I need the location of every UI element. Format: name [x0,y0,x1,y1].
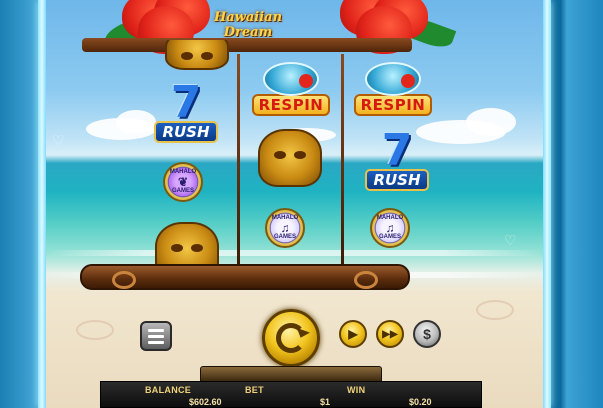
mahalo-coin-symbol: MAHALO ❦ GAMES [163,162,203,202]
play-icon: ▶ [348,327,358,341]
cocktail-icon [263,62,319,96]
mahalo-coin-symbol: MAHALO ♫ GAMES [370,208,410,248]
dollar-coin-icon: $ [423,326,431,342]
coin-text-2: GAMES [273,234,296,240]
seven-rush-symbol: 7 RUSH [357,128,437,192]
tiki-mask-symbol [253,128,327,188]
game-viewport: ♡ ♡ ♡ Hawaiian Dream 7 RUSH MAHALO ❦ GAM… [0,0,603,408]
bet-value: $1 [320,397,331,407]
turbo-button[interactable]: ▶▶ [376,320,404,348]
rush-label: RUSH [365,169,429,191]
shell-decoration [76,320,114,340]
logo-line-2: Dream [223,25,273,40]
reel-frame-bottom [80,264,410,290]
win-label: WIN [347,385,366,395]
bet-coin-button[interactable]: $ [413,320,441,348]
right-neon-border [543,0,551,408]
rush-label: RUSH [154,121,218,143]
balance-label: BALANCE [145,385,192,395]
tiki-mask-symbol [160,40,234,70]
respin-label: RESPIN [251,94,331,116]
butterfly-icon: ❦ [177,175,189,189]
reel-divider [237,54,240,266]
coin-text-2: GAMES [378,234,401,240]
heart-decoration-icon: ♡ [504,232,517,248]
autoplay-button[interactable]: ▶ [339,320,367,348]
left-neon-border [38,0,46,408]
heart-decoration-icon: ♡ [52,132,65,148]
wave-line [46,250,543,256]
logo-line-1: Hawaiian [213,10,283,25]
mahalo-coin-symbol: MAHALO ♫ GAMES [265,208,305,248]
menu-button[interactable] [140,321,172,351]
spin-button[interactable] [262,309,320,367]
respin-cocktail-symbol: RESPIN [350,58,436,120]
spin-arrows-icon [276,323,306,353]
cloud [466,108,516,136]
cocktail-icon [365,62,421,96]
coin-text-2: GAMES [171,188,194,194]
info-bar: BALANCE $602.60 BET $1 WIN $0.20 [100,381,482,408]
respin-cocktail-symbol: RESPIN [248,58,334,120]
seven-rush-symbol: 7 RUSH [146,80,226,144]
info-bar-tab [200,366,382,382]
shell-decoration [476,300,514,320]
seven-digit: 7 [170,77,202,128]
bet-label: BET [245,385,264,395]
tiki-mask-symbol [150,222,224,266]
reel-divider [341,54,344,266]
fast-forward-icon: ▶▶ [382,328,398,340]
balance-value: $602.60 [189,397,222,407]
ukulele-icon: ♫ [280,221,290,235]
hamburger-menu-icon [148,328,164,332]
ukulele-icon: ♫ [385,221,395,235]
win-value: $0.20 [409,397,432,407]
respin-label: RESPIN [353,94,433,116]
seven-digit: 7 [381,125,413,176]
